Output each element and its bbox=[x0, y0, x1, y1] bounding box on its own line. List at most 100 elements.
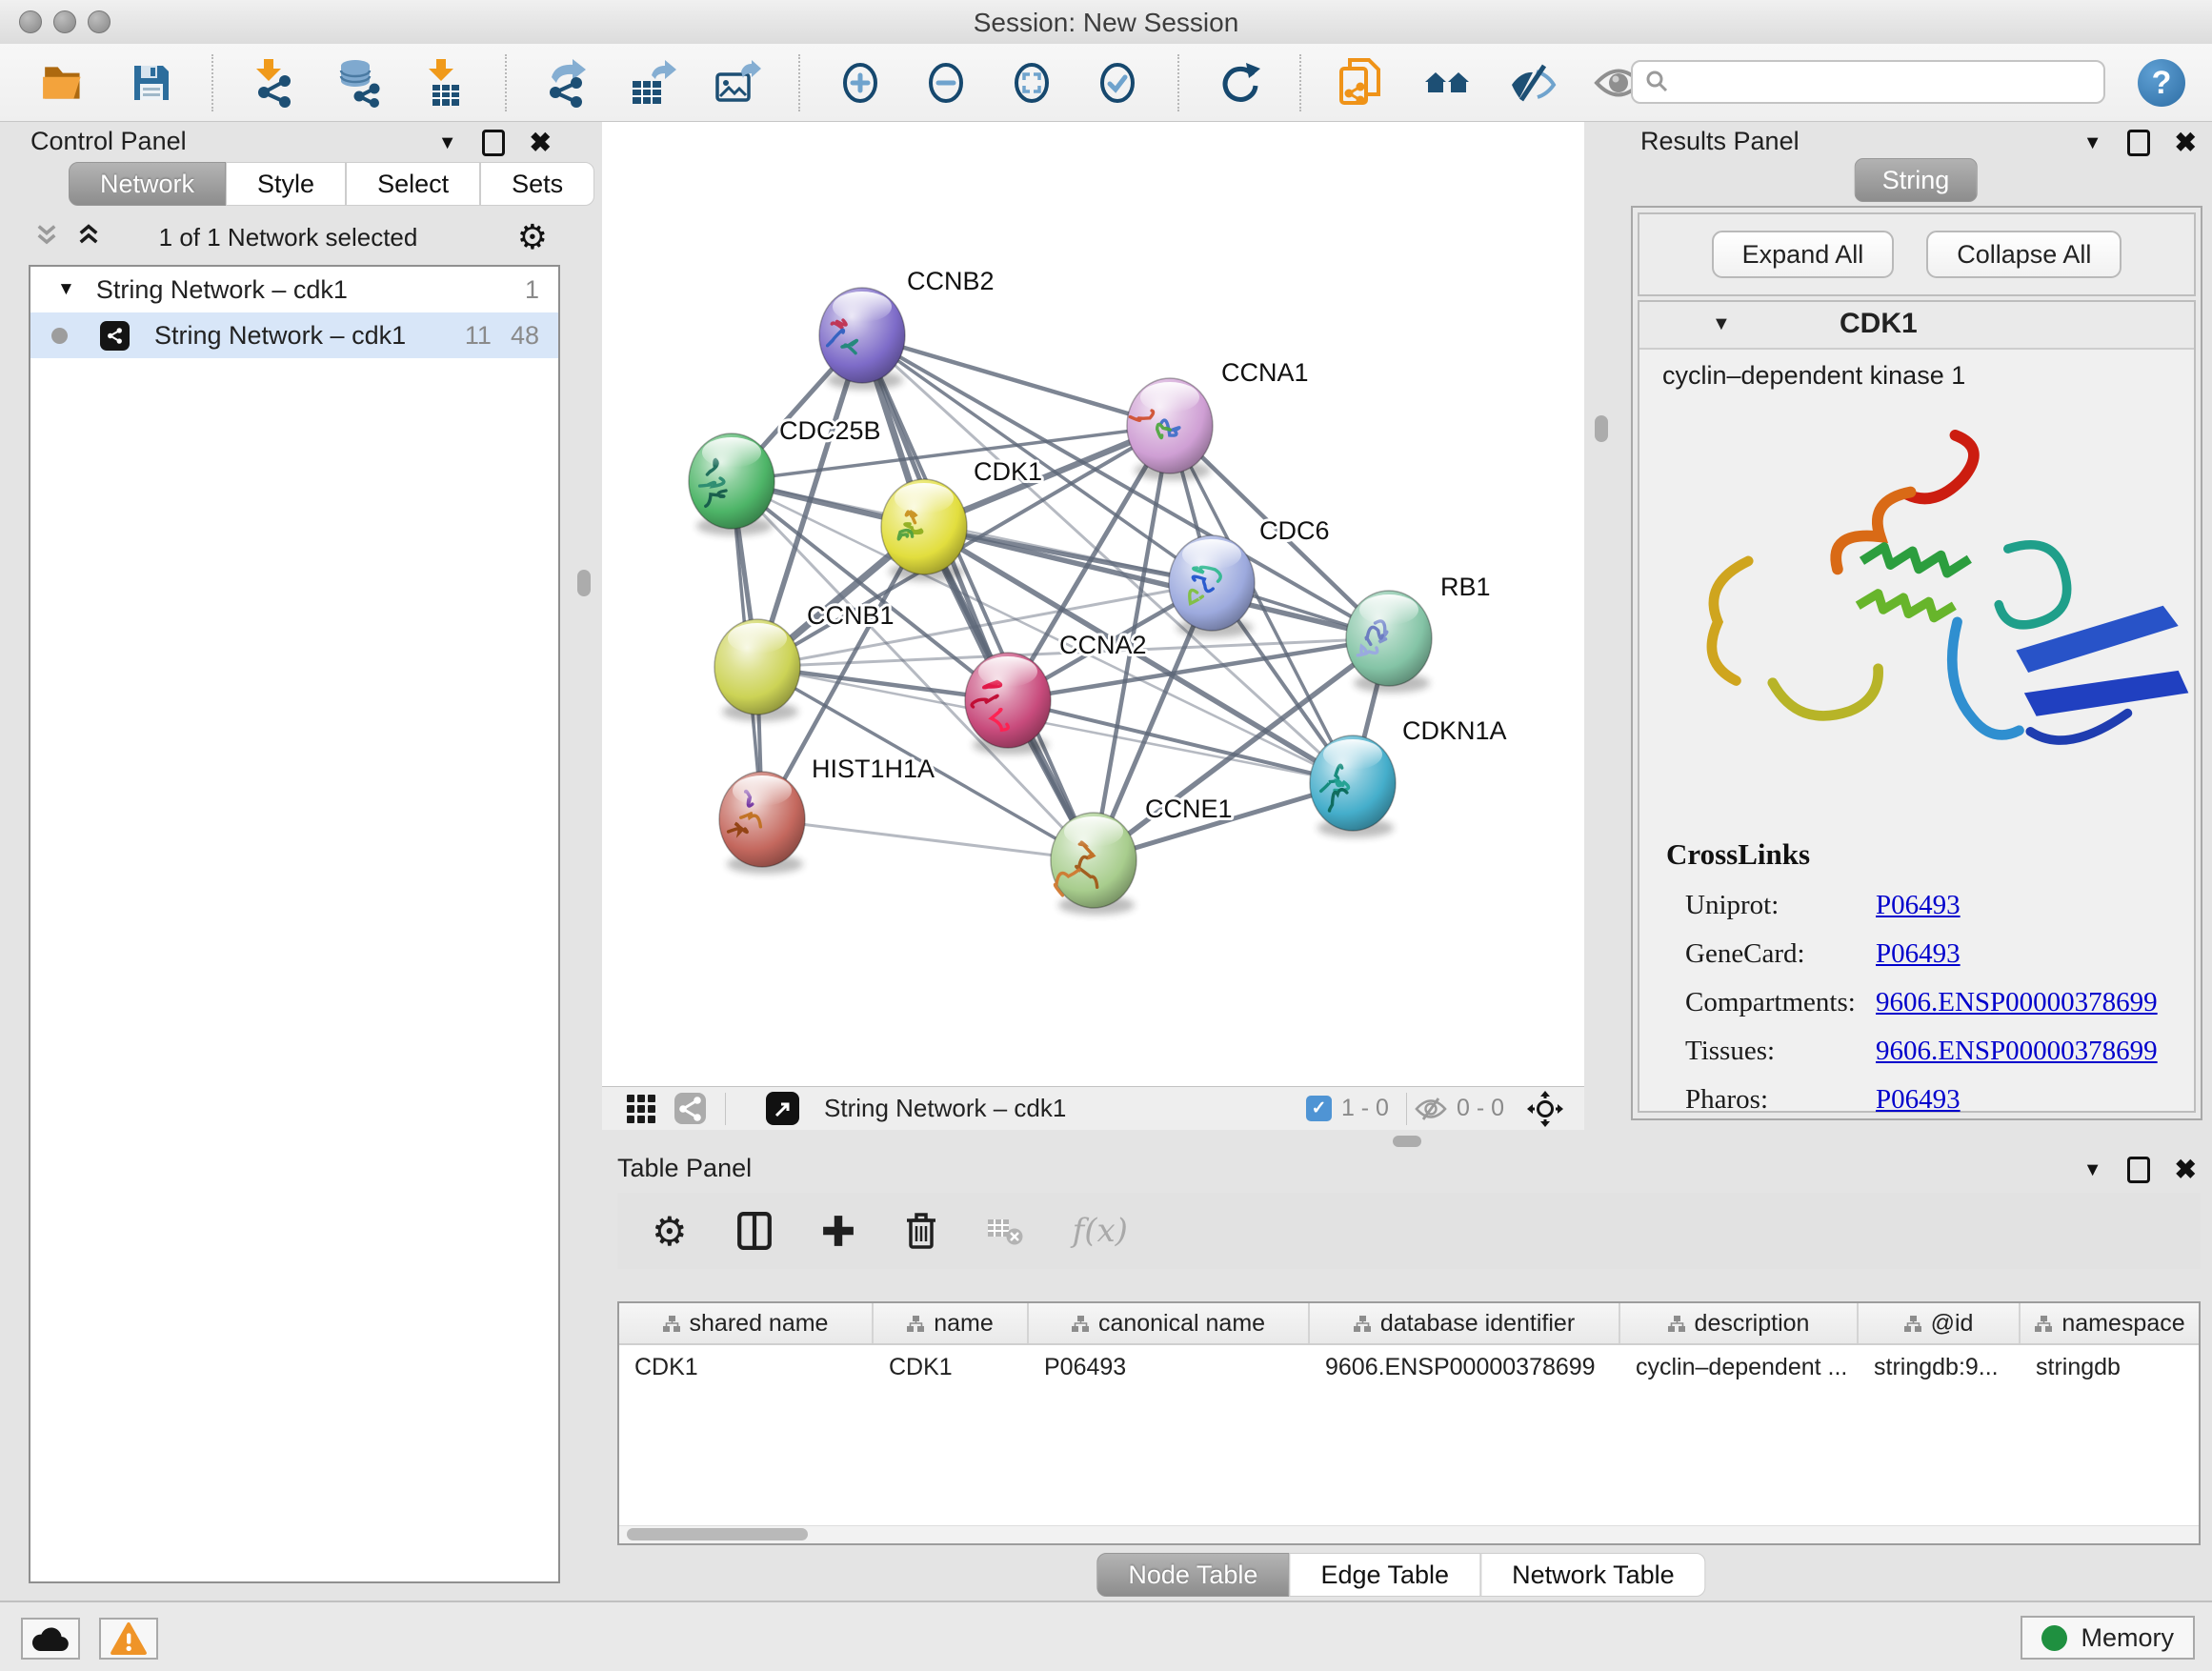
collection-caret-icon[interactable]: ▼ bbox=[57, 279, 75, 300]
scrollbar-thumb[interactable] bbox=[627, 1528, 808, 1540]
collapse-all-button[interactable]: Collapse All bbox=[1926, 231, 2122, 278]
zoom-selected-icon[interactable] bbox=[1092, 55, 1143, 111]
results-panel-float-icon[interactable] bbox=[2127, 130, 2150, 156]
network-canvas[interactable]: CCNB2CCNA1CDC25BCDK1CDC6RB1CCNB1CCNA2CDK… bbox=[602, 122, 1584, 1086]
import-table-icon[interactable] bbox=[419, 55, 471, 111]
network-node-RB1[interactable]: RB1 bbox=[1346, 573, 1491, 693]
column-header-database-identifier[interactable]: database identifier bbox=[1310, 1303, 1620, 1343]
expand-all-button[interactable]: Expand All bbox=[1712, 231, 1895, 278]
toolbar-separator bbox=[505, 54, 507, 111]
network-edge-count: 48 bbox=[511, 321, 539, 351]
crosslink-uniprot-link[interactable]: P06493 bbox=[1876, 890, 1961, 921]
hide-graphics-details-icon[interactable] bbox=[1507, 55, 1558, 111]
table-panel: Table Panel ▼ ✖ ⚙ f(x) shared namenameca… bbox=[591, 1149, 2212, 1601]
control-panel-title: Control Panel bbox=[30, 127, 187, 156]
help-icon[interactable]: ? bbox=[2138, 59, 2185, 107]
column-header-description[interactable]: description bbox=[1620, 1303, 1859, 1343]
crosslink-row: Tissues:9606.ENSP00000378699 bbox=[1685, 1027, 2184, 1076]
cloud-button[interactable] bbox=[21, 1618, 80, 1660]
column-header-shared-name[interactable]: shared name bbox=[619, 1303, 874, 1343]
home-icon[interactable] bbox=[1421, 55, 1473, 111]
search-input[interactable] bbox=[1679, 67, 2103, 98]
cytoscape-window: Session: New Session bbox=[0, 0, 2212, 1671]
network-selected-label: 1 of 1 Network selected bbox=[10, 223, 567, 252]
memory-button[interactable]: Memory bbox=[2021, 1616, 2195, 1660]
crosslink-compartments-link[interactable]: 9606.ENSP00000378699 bbox=[1876, 987, 2158, 1018]
horizontal-splitter-handle[interactable] bbox=[1393, 1136, 1421, 1147]
right-splitter-handle[interactable] bbox=[1595, 415, 1608, 442]
table-gear-icon[interactable]: ⚙ bbox=[652, 1208, 688, 1255]
network-share-icon[interactable] bbox=[674, 1093, 706, 1124]
warnings-button[interactable] bbox=[99, 1618, 158, 1660]
clone-network-icon[interactable] bbox=[1336, 55, 1387, 111]
export-image-icon[interactable] bbox=[713, 55, 764, 111]
network-options-gear-icon[interactable]: ⚙ bbox=[517, 215, 548, 259]
results-panel: Results Panel ▼ ✖ String Expand All Coll… bbox=[1619, 122, 2212, 1149]
crosslink-tissues-link[interactable]: 9606.ENSP00000378699 bbox=[1876, 1036, 2158, 1067]
column-header-canonical-name[interactable]: canonical name bbox=[1029, 1303, 1310, 1343]
zoom-in-icon[interactable] bbox=[835, 55, 886, 111]
fit-content-icon[interactable] bbox=[1006, 55, 1057, 111]
tab-style[interactable]: Style bbox=[226, 162, 346, 206]
network-collection-row[interactable]: ▼ String Network – cdk1 1 bbox=[30, 267, 558, 312]
collection-count: 1 bbox=[525, 275, 539, 305]
save-session-icon[interactable] bbox=[126, 55, 177, 111]
node-label-CDK1: CDK1 bbox=[974, 457, 1042, 486]
network-type-icon bbox=[100, 321, 130, 351]
export-table-icon[interactable] bbox=[627, 55, 678, 111]
control-panel-menu-icon[interactable]: ▼ bbox=[438, 133, 457, 152]
export-network-icon[interactable] bbox=[541, 55, 593, 111]
zoom-out-icon[interactable] bbox=[920, 55, 972, 111]
add-column-icon[interactable] bbox=[821, 1214, 855, 1248]
tab-network-table[interactable]: Network Table bbox=[1480, 1553, 1706, 1597]
left-splitter-handle[interactable] bbox=[577, 570, 591, 596]
delete-column-icon[interactable] bbox=[905, 1212, 937, 1250]
expand-collapse-bar: Expand All Collapse All bbox=[1638, 212, 2196, 296]
network-node-CCNE1[interactable]: CCNE1 bbox=[1051, 795, 1233, 915]
crosslink-pharos-link[interactable]: P06493 bbox=[1876, 1084, 1961, 1116]
network-row[interactable]: String Network – cdk1 11 48 bbox=[30, 312, 558, 358]
tab-edge-table[interactable]: Edge Table bbox=[1289, 1553, 1480, 1597]
column-header-namespace[interactable]: namespace bbox=[2021, 1303, 2201, 1343]
table-panel-float-icon[interactable] bbox=[2127, 1157, 2150, 1183]
tab-string[interactable]: String bbox=[1855, 158, 1978, 202]
show-columns-icon[interactable] bbox=[737, 1212, 772, 1250]
network-node-CCNB2[interactable]: CCNB2 bbox=[819, 267, 995, 390]
selected-nodes-checkbox[interactable]: ✓ bbox=[1306, 1096, 1332, 1121]
titlebar: Session: New Session bbox=[0, 0, 2212, 45]
apply-layout-icon[interactable] bbox=[1214, 55, 1265, 111]
results-panel-close-icon[interactable]: ✖ bbox=[2175, 130, 2197, 156]
results-panel-menu-icon[interactable]: ▼ bbox=[2083, 133, 2102, 152]
import-network-from-database-icon[interactable] bbox=[333, 55, 385, 111]
crosslinks-rows: Uniprot:P06493GeneCard:P06493Compartment… bbox=[1685, 881, 2184, 1124]
import-network-icon[interactable] bbox=[248, 55, 299, 111]
hidden-eye-slash-icon[interactable] bbox=[1415, 1097, 1447, 1121]
table-row[interactable]: CDK1CDK1P064939606.ENSP00000378699cyclin… bbox=[619, 1345, 2199, 1389]
tab-network[interactable]: Network bbox=[69, 162, 226, 206]
network-node-CDKN1A[interactable]: CDKN1A bbox=[1310, 716, 1507, 837]
control-panel-float-icon[interactable] bbox=[482, 130, 505, 156]
crosslink-row: Compartments:9606.ENSP00000378699 bbox=[1685, 978, 2184, 1027]
network-node-CCNA1[interactable]: CCNA1 bbox=[1127, 358, 1309, 480]
table-panel-menu-icon[interactable]: ▼ bbox=[2083, 1160, 2102, 1179]
crosslink-row: GeneCard:P06493 bbox=[1685, 930, 2184, 978]
open-in-new-window-icon[interactable] bbox=[766, 1092, 799, 1125]
tab-select[interactable]: Select bbox=[346, 162, 480, 206]
tab-sets[interactable]: Sets bbox=[480, 162, 594, 206]
protein-caret-icon[interactable]: ▼ bbox=[1712, 313, 1731, 335]
network-node-HIST1H1A[interactable]: HIST1H1A bbox=[719, 755, 935, 874]
column-header-name[interactable]: name bbox=[874, 1303, 1029, 1343]
open-file-icon[interactable] bbox=[40, 55, 91, 111]
protein-section-header[interactable]: ▼ CDK1 bbox=[1639, 302, 2194, 350]
control-panel-close-icon[interactable]: ✖ bbox=[530, 130, 552, 156]
birds-eye-view-icon[interactable] bbox=[1527, 1091, 1563, 1127]
node-table[interactable]: shared namenamecanonical namedatabase id… bbox=[617, 1301, 2201, 1545]
table-panel-close-icon[interactable]: ✖ bbox=[2175, 1157, 2197, 1183]
protein-section: ▼ CDK1 cyclin–dependent kinase 1 bbox=[1638, 300, 2196, 1113]
tab-node-table[interactable]: Node Table bbox=[1096, 1553, 1289, 1597]
column-header-@id[interactable]: @id bbox=[1859, 1303, 2021, 1343]
search-field[interactable] bbox=[1631, 60, 2105, 104]
grid-view-icon[interactable] bbox=[627, 1095, 655, 1123]
crosslink-genecard-link[interactable]: P06493 bbox=[1876, 938, 1961, 970]
table-tabs: Node TableEdge TableNetwork Table bbox=[1096, 1553, 1705, 1597]
